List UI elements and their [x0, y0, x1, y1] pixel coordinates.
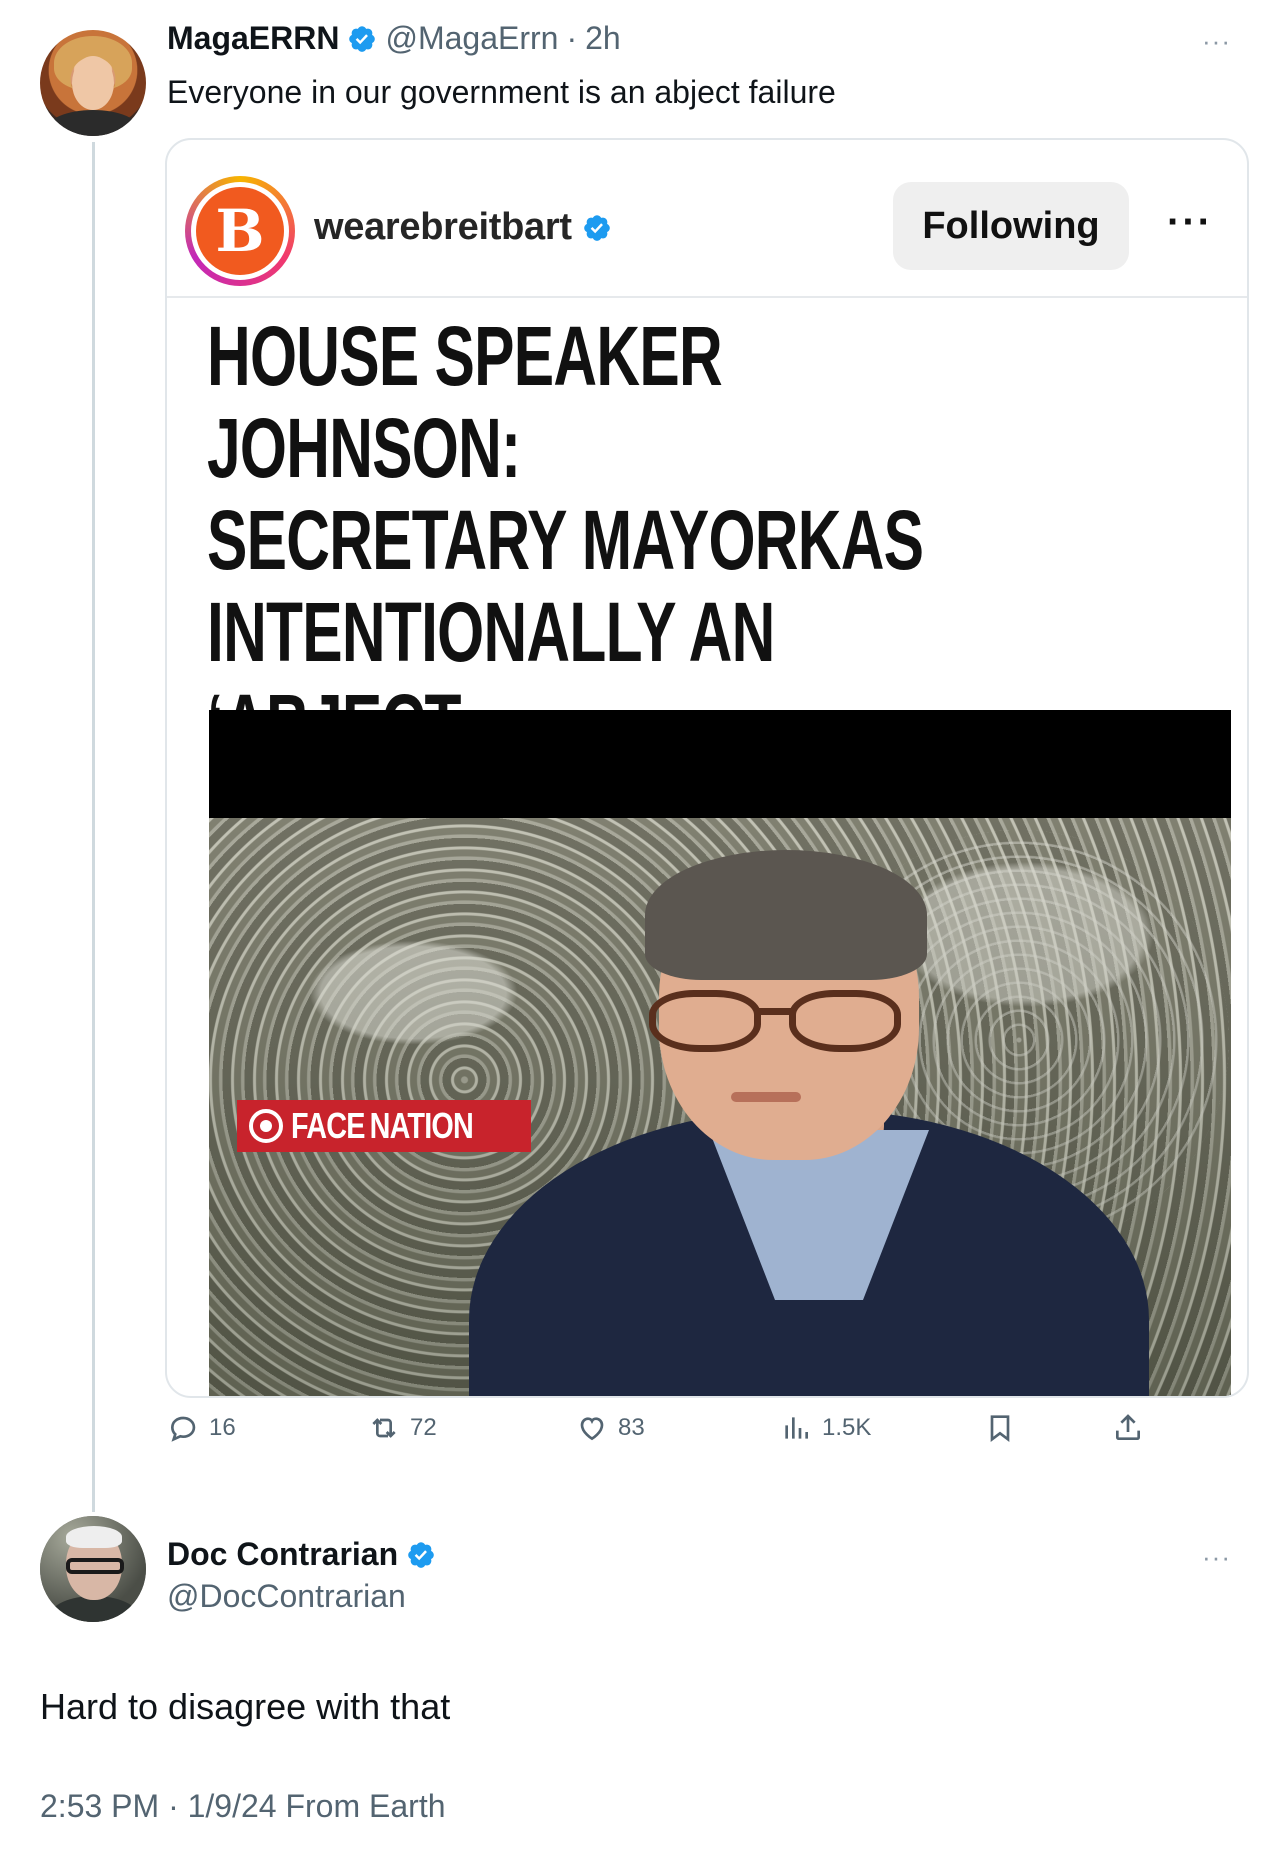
tweet-action-bar: 16 72 83 1.5K [0, 1412, 1275, 1462]
embedded-media-card[interactable]: B wearebreitbart Following ··· HOUSE SPE… [165, 138, 1249, 1398]
bookmark-action[interactable] [984, 1412, 1016, 1444]
embed-header: B wearebreitbart Following ··· [167, 140, 1247, 298]
tweet-author-row: MagaERRN @MagaErrn · 2h [167, 20, 621, 57]
embed-account-name[interactable]: wearebreitbart [314, 206, 572, 249]
badge-text: FACE NATION [291, 1105, 474, 1146]
reply-author-handle[interactable]: @DocContrarian [167, 1578, 406, 1615]
repost-icon [372, 1418, 396, 1438]
tweet-time[interactable]: 2h [585, 20, 621, 57]
tweet-thread: MagaERRN @MagaErrn · 2h ··· Everyone in ou… [0, 0, 1275, 1856]
reply-timestamp[interactable]: 2:53 PM · 1/9/24 From Earth [40, 1788, 446, 1825]
views-count: 1.5K [822, 1414, 872, 1441]
verified-badge-icon [583, 214, 610, 241]
author-handle[interactable]: @MagaErrn [385, 20, 558, 57]
reply-count: 16 [209, 1414, 236, 1441]
verified-badge-icon [349, 25, 376, 52]
share-icon [1116, 1414, 1140, 1440]
face-the-nation-badge: FACE NATION [237, 1100, 531, 1152]
reply-icon [170, 1416, 196, 1442]
breitbart-logo-letter: B [196, 187, 284, 275]
breitbart-logo-avatar[interactable]: B [185, 176, 295, 286]
reply-author-avatar[interactable] [40, 1516, 146, 1622]
repost-action[interactable]: 72 [368, 1412, 437, 1444]
reply-text: Hard to disagree with that [40, 1686, 451, 1727]
tweet-text: Everyone in our government is an abject … [167, 74, 836, 110]
author-name[interactable]: MagaERRN [167, 20, 339, 57]
cbs-eye-icon [249, 1109, 283, 1143]
heart-icon [580, 1417, 604, 1441]
separator-dot: · [566, 20, 578, 56]
repost-count: 72 [410, 1414, 437, 1441]
embed-photo[interactable] [209, 710, 1231, 1396]
following-button[interactable]: Following [893, 182, 1129, 270]
thread-connector-line [92, 142, 95, 1512]
views-chart-icon [785, 1417, 808, 1439]
reply-more-options-icon[interactable]: ··· [1202, 1542, 1231, 1573]
glasses [649, 990, 949, 1060]
reply-action[interactable]: 16 [167, 1412, 236, 1444]
like-action[interactable]: 83 [576, 1412, 645, 1444]
views-action[interactable]: 1.5K [780, 1412, 871, 1444]
more-options-icon[interactable]: ··· [1202, 26, 1231, 57]
author-avatar[interactable] [40, 30, 146, 136]
embed-account-row: wearebreitbart [314, 206, 612, 249]
verified-badge-icon [408, 1541, 434, 1568]
speaker-portrait [469, 850, 1149, 1396]
embed-more-icon[interactable]: ··· [1167, 200, 1213, 245]
like-count: 83 [618, 1414, 645, 1441]
bookmark-icon [990, 1415, 1010, 1442]
share-action[interactable] [1112, 1412, 1144, 1444]
reply-author-row: Doc Contrarian [167, 1536, 436, 1573]
reply-author-name[interactable]: Doc Contrarian [167, 1536, 398, 1573]
